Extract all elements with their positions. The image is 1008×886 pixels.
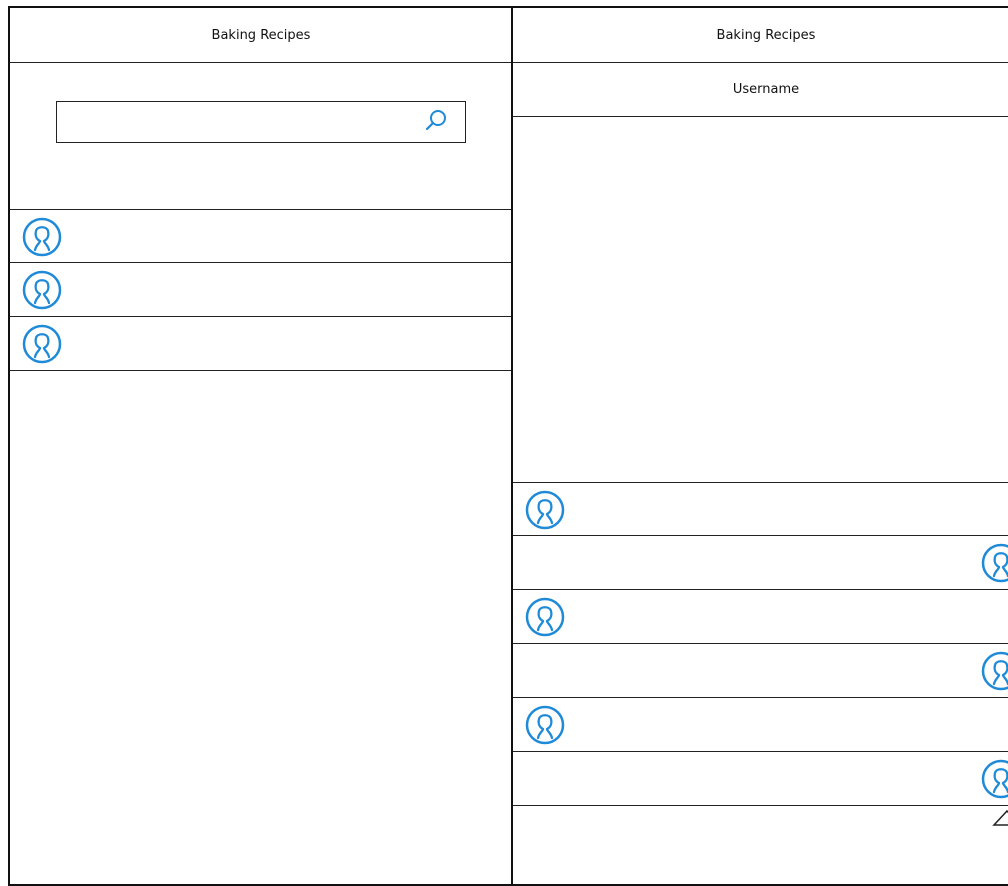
message-row[interactable] [513, 644, 1008, 698]
user-row[interactable] [10, 263, 512, 317]
message-row[interactable] [513, 536, 1008, 590]
user-row[interactable] [10, 317, 512, 371]
right-header: Baking Recipes [513, 8, 1008, 63]
username-label: Username [732, 82, 800, 97]
user-avatar-icon [22, 270, 62, 310]
user-avatar-icon [981, 759, 1008, 799]
page-title: Baking Recipes [716, 27, 816, 43]
message-row[interactable] [513, 698, 1008, 752]
message-row[interactable] [513, 482, 1008, 536]
user-avatar-icon [525, 597, 565, 637]
page-title: Baking Recipes [211, 27, 311, 43]
username-header: Username [513, 63, 1008, 117]
search-icon[interactable] [423, 108, 449, 134]
message-row[interactable] [513, 752, 1008, 806]
user-avatar-icon [981, 651, 1008, 691]
search-input[interactable] [59, 104, 413, 140]
user-avatar-icon [525, 490, 565, 530]
user-avatar-icon [981, 543, 1008, 583]
triangle-up-icon[interactable] [992, 809, 1008, 827]
right-screen: Baking Recipes Username [511, 6, 1008, 886]
user-avatar-icon [525, 705, 565, 745]
user-avatar-icon [22, 217, 62, 257]
user-row[interactable] [10, 209, 512, 263]
message-row[interactable] [513, 590, 1008, 644]
left-header: Baking Recipes [10, 8, 512, 63]
user-avatar-icon [22, 324, 62, 364]
left-screen: Baking Recipes [8, 6, 514, 886]
search-box[interactable] [56, 101, 466, 143]
